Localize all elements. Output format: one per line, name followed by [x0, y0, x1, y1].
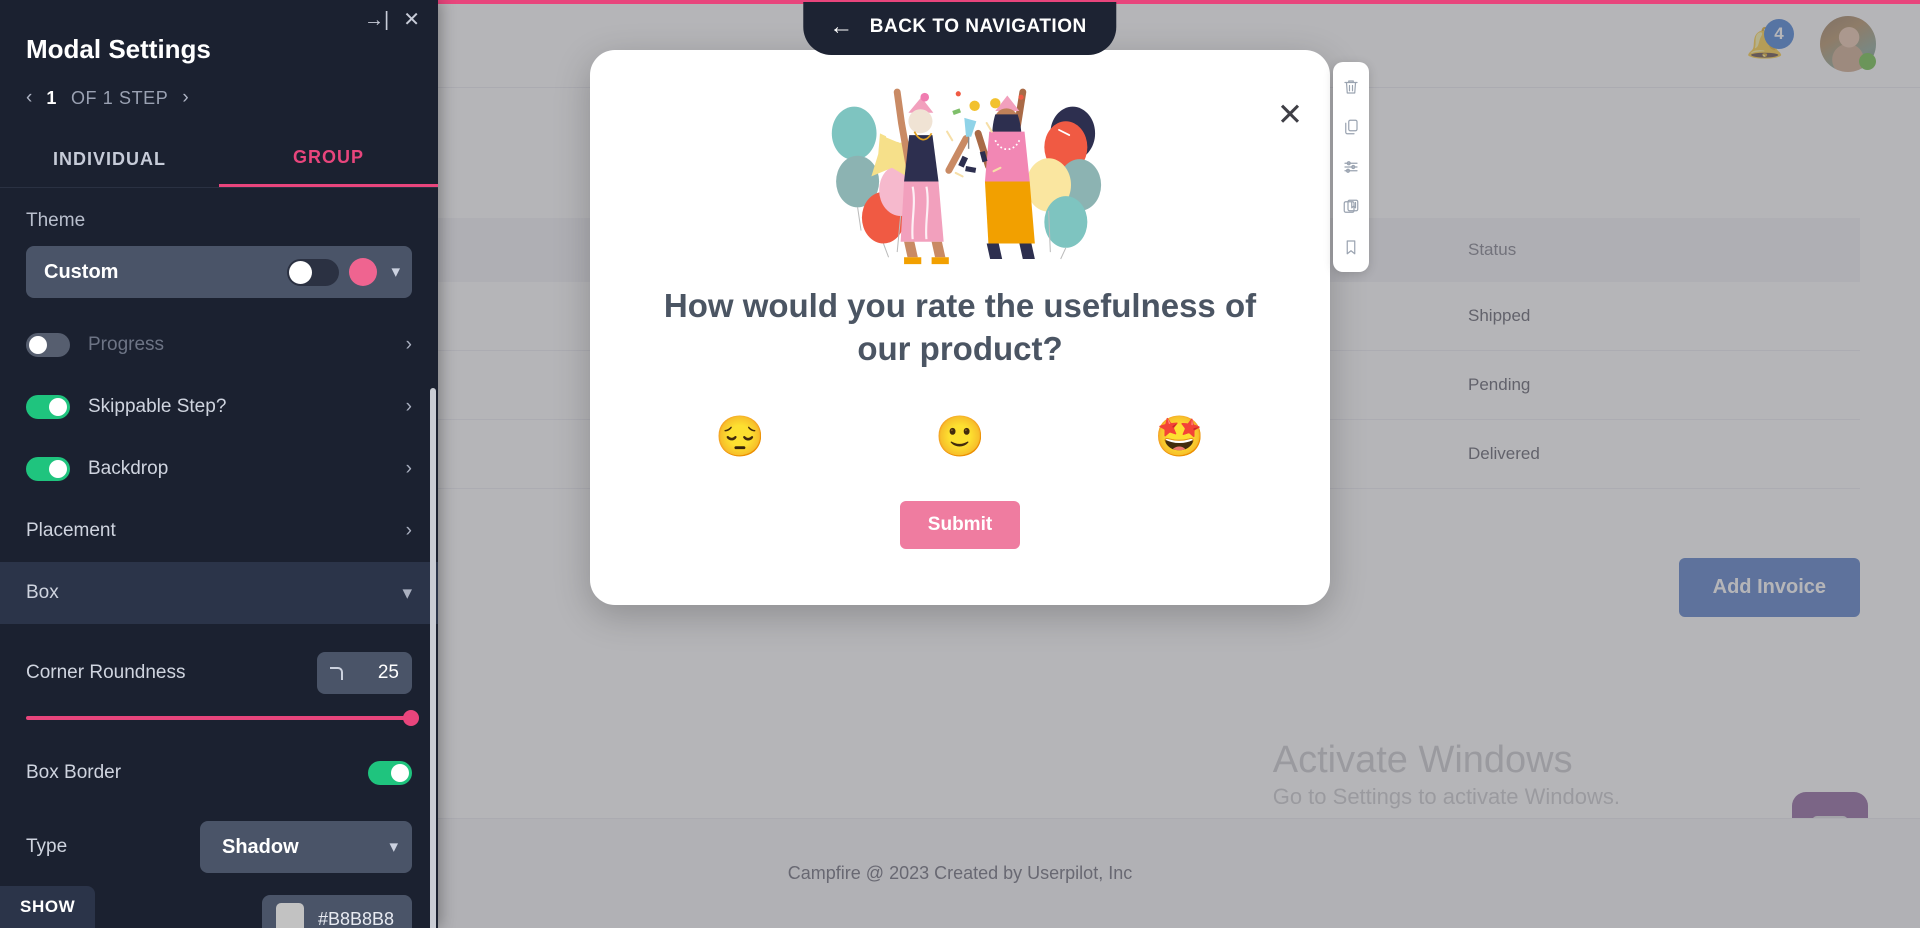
slider-thumb[interactable]	[403, 710, 419, 726]
celebration-illustration	[831, 88, 1102, 265]
box-label: Box	[26, 582, 59, 603]
chevron-right-icon: ›	[405, 458, 412, 479]
step-total-label: OF 1 STEP	[70, 87, 169, 108]
theme-color-swatch[interactable]	[349, 258, 378, 286]
theme-section: Theme Custom ▾	[0, 188, 438, 298]
section-box[interactable]: Box ▾	[0, 562, 438, 624]
previous-step-icon[interactable]: ‹	[26, 87, 32, 109]
star-struck-face-icon[interactable]: 🤩	[1155, 417, 1205, 457]
corner-roundness-slider[interactable]	[0, 694, 438, 726]
delete-icon[interactable]	[1336, 72, 1366, 102]
color-picker[interactable]: #B8B8B8	[262, 895, 412, 928]
progress-label: Progress	[88, 334, 165, 355]
close-icon[interactable]: ✕	[1272, 96, 1308, 132]
corner-roundness-label: Corner Roundness	[26, 662, 186, 683]
tab-group[interactable]: GROUP	[219, 133, 438, 187]
pensive-face-icon[interactable]: 😔	[715, 417, 765, 457]
theme-label: Theme	[26, 210, 86, 231]
corner-roundness-value: 25	[377, 662, 399, 683]
collapse-panel-icon[interactable]: →|	[364, 10, 389, 30]
progress-toggle[interactable]	[26, 333, 70, 357]
type-value: Shadow	[222, 835, 299, 858]
submit-button[interactable]: Submit	[899, 500, 1021, 549]
corner-radius-icon	[330, 666, 343, 680]
corner-roundness-row: Corner Roundness 25	[0, 624, 438, 694]
placement-label: Placement	[26, 520, 116, 541]
chevron-right-icon: ›	[405, 334, 412, 355]
back-to-navigation-button[interactable]: ← BACK TO NAVIGATION	[803, 2, 1117, 55]
settings-panel-header: →| ✕ Modal Settings	[0, 0, 438, 65]
back-to-navigation-label: BACK TO NAVIGATION	[869, 16, 1087, 37]
slightly-smiling-face-icon[interactable]: 🙂	[935, 417, 985, 457]
next-step-icon[interactable]: ›	[182, 87, 188, 109]
dark-light-toggle[interactable]	[287, 258, 340, 286]
copy-icon[interactable]	[1336, 112, 1366, 142]
chevron-down-icon: ▾	[391, 262, 400, 281]
survey-modal: ✕ How would you rate the usefulness of o…	[590, 50, 1330, 605]
tab-individual[interactable]: INDIVIDUAL	[0, 133, 219, 187]
accent-top-line	[438, 0, 1920, 4]
color-swatch	[276, 903, 304, 928]
chevron-down-icon: ▾	[402, 582, 412, 604]
option-row-backdrop[interactable]: Backdrop ›	[0, 438, 438, 500]
backdrop-toggle[interactable]	[26, 457, 70, 481]
step-navigator: ‹ 1 OF 1 STEP ›	[0, 65, 438, 109]
arrow-left-icon: ←	[829, 13, 854, 40]
theme-value: Custom	[44, 260, 119, 283]
box-border-label: Box Border	[26, 762, 122, 783]
skippable-step-toggle[interactable]	[26, 395, 70, 419]
modal-settings-panel: →| ✕ Modal Settings ‹ 1 OF 1 STEP › INDI…	[0, 0, 438, 928]
type-select[interactable]: Shadow ▾	[200, 821, 412, 873]
box-border-row: Box Border	[0, 736, 438, 810]
rating-options: 😔 🙂 🤩	[590, 417, 1330, 457]
box-border-toggle[interactable]	[368, 761, 412, 785]
step-number: 1	[46, 87, 57, 108]
option-row-progress[interactable]: Progress ›	[0, 314, 438, 376]
type-label: Type	[26, 836, 68, 857]
panel-scrollbar[interactable]	[430, 388, 436, 928]
bookmark-icon[interactable]	[1336, 232, 1366, 262]
submit-row: Submit	[590, 500, 1330, 549]
slider-track	[26, 710, 419, 726]
chevron-right-icon: ›	[405, 396, 412, 417]
option-row-skippable-step[interactable]: Skippable Step? ›	[0, 376, 438, 438]
close-panel-icon[interactable]: ✕	[403, 10, 420, 30]
panel-title: Modal Settings	[26, 34, 211, 64]
chevron-right-icon: ›	[405, 520, 412, 541]
panel-window-controls: →| ✕	[364, 10, 420, 30]
theme-select[interactable]: Custom ▾	[26, 246, 412, 298]
border-type-row: Type Shadow ▾	[0, 810, 438, 884]
color-hex-value: #B8B8B8	[318, 908, 395, 928]
survey-question: How would you rate the usefulness of our…	[663, 287, 1257, 367]
element-toolbar	[1333, 62, 1369, 272]
corner-roundness-input[interactable]: 25	[317, 652, 412, 694]
backdrop-label: Backdrop	[88, 458, 169, 479]
settings-panel-body: Theme Custom ▾ Progress › Skippable Step…	[0, 188, 438, 928]
section-placement[interactable]: Placement ›	[0, 500, 438, 562]
duplicate-page-icon[interactable]	[1336, 192, 1366, 222]
chevron-down-icon: ▾	[389, 837, 398, 856]
toggle-knob	[289, 260, 313, 284]
panel-tabs: INDIVIDUAL GROUP	[0, 133, 438, 188]
show-button[interactable]: SHOW	[0, 886, 96, 928]
skippable-step-label: Skippable Step?	[88, 396, 227, 417]
settings-sliders-icon[interactable]	[1336, 152, 1366, 182]
